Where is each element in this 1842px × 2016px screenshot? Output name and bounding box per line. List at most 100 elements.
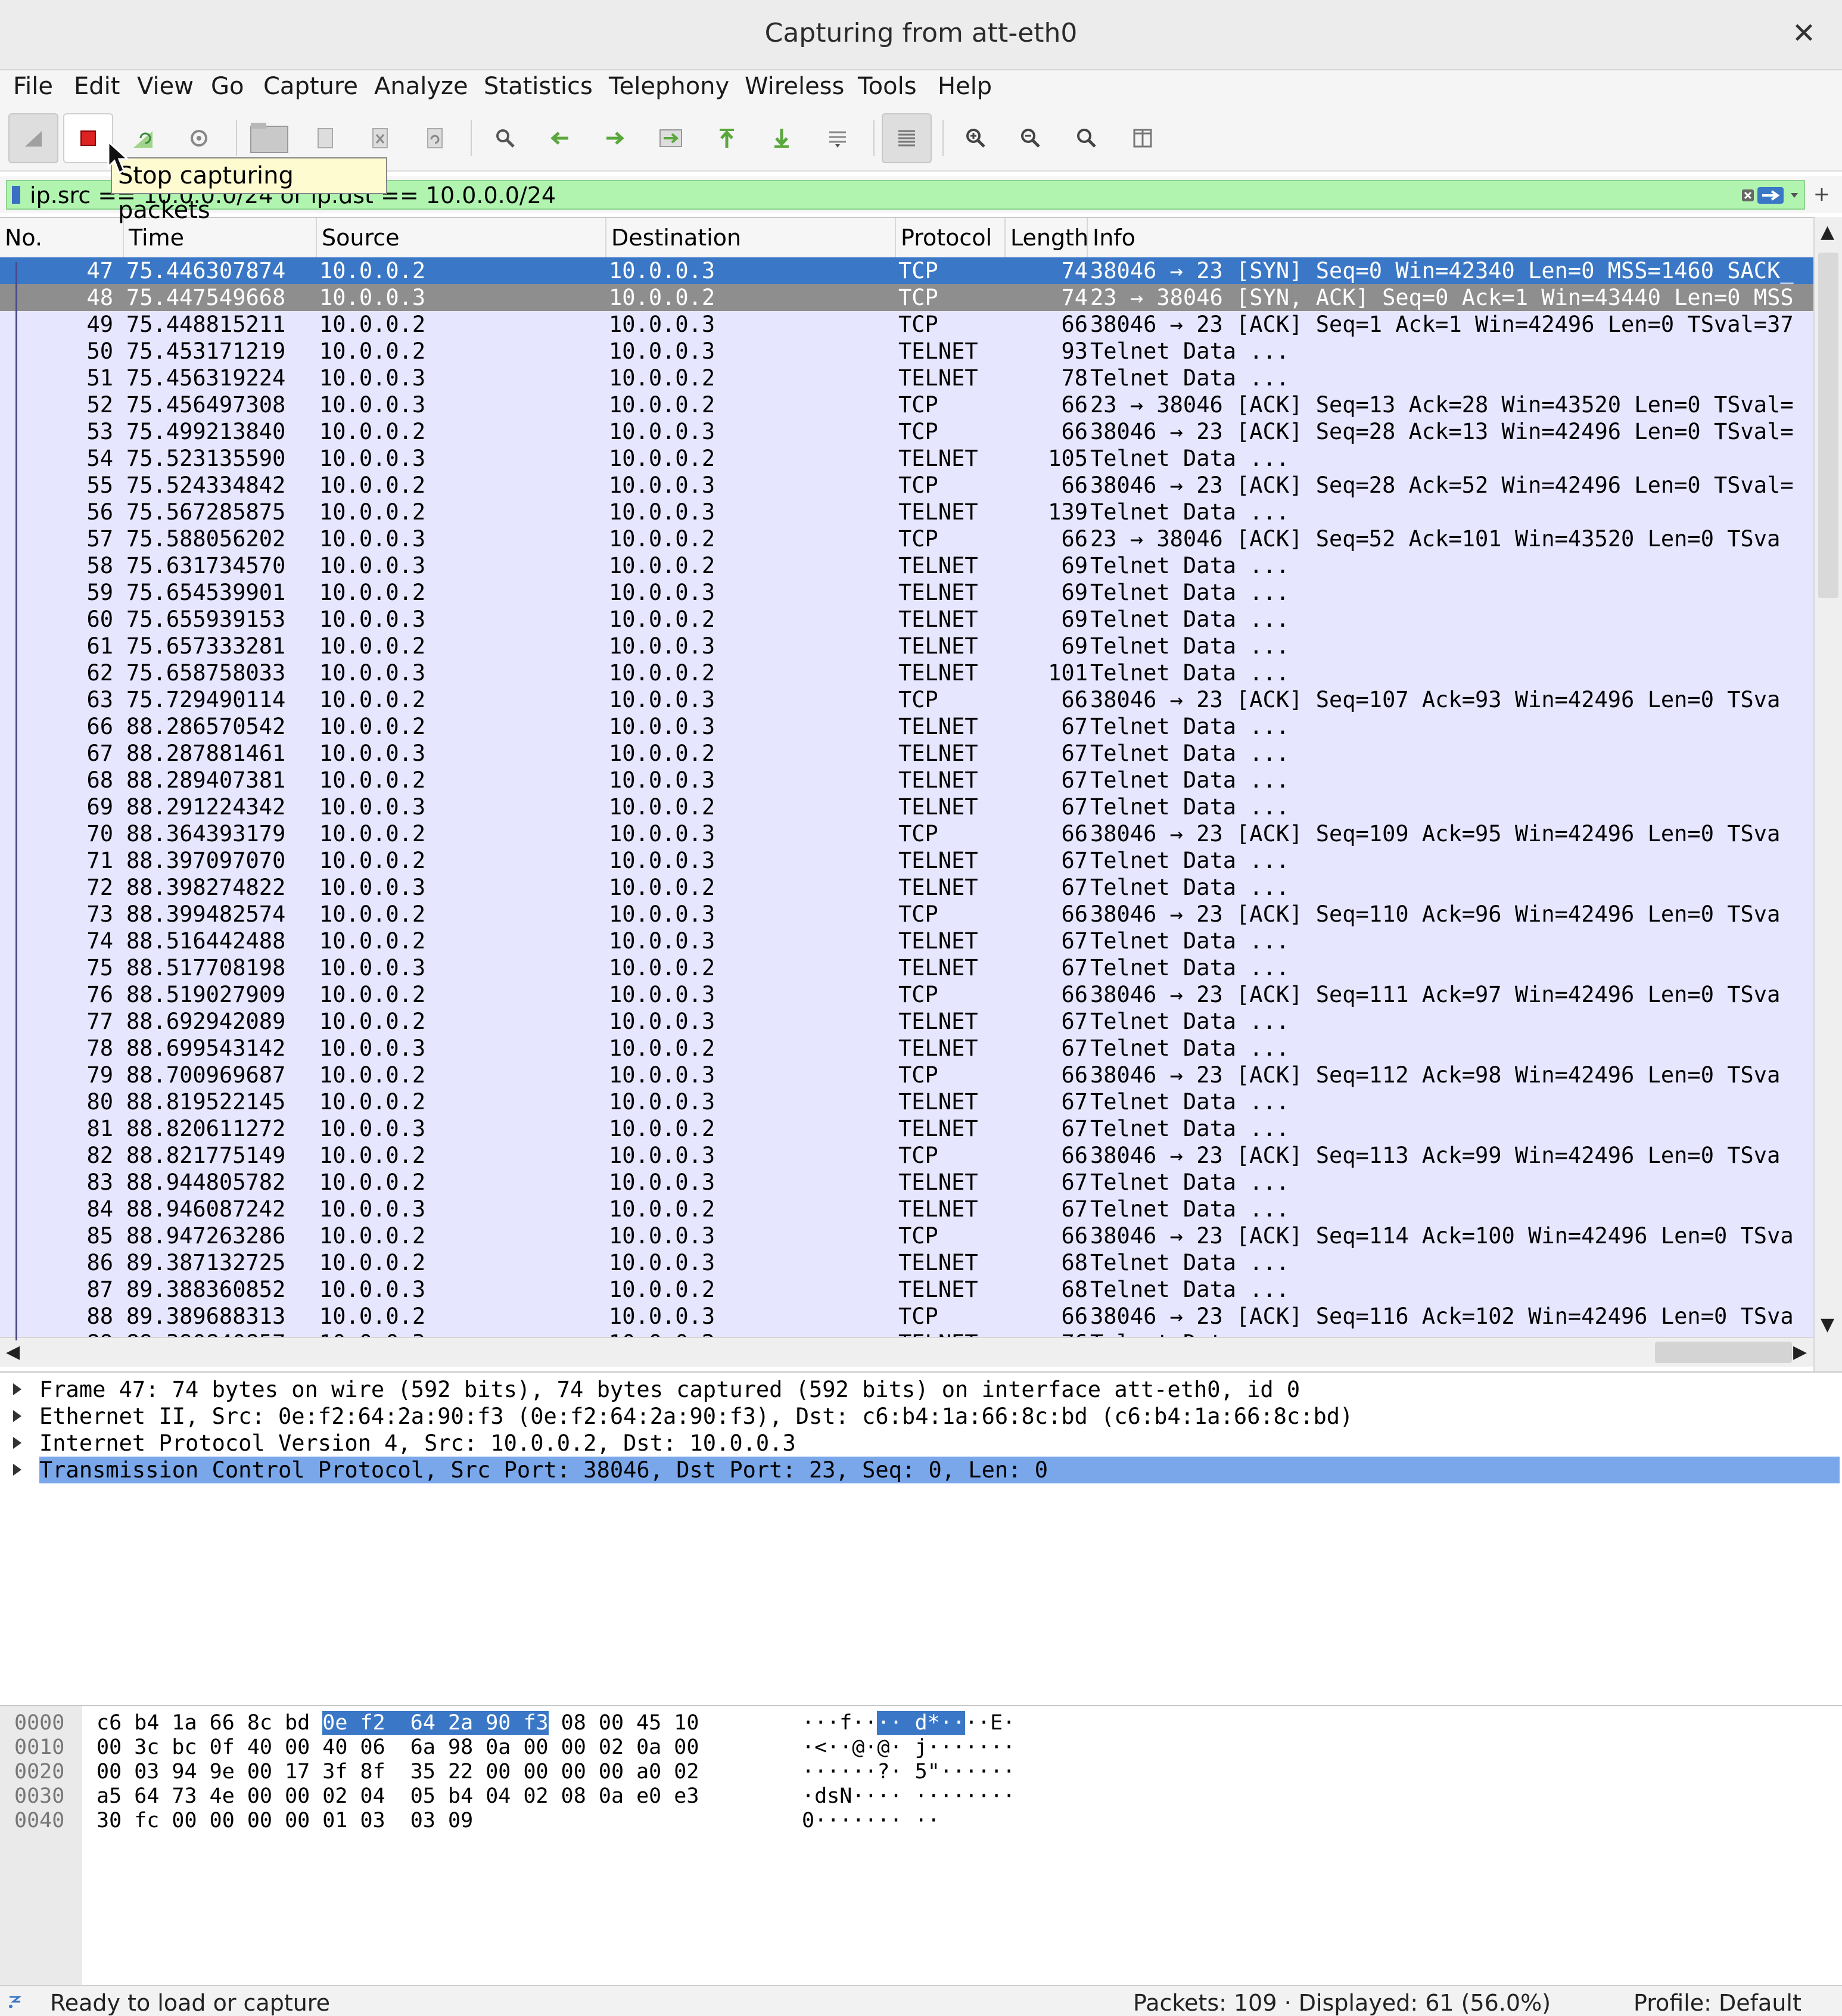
expand-arrow-icon[interactable] <box>13 1410 21 1422</box>
packet-row[interactable]: 59 75.654539901 10.0.0.2 10.0.0.3 TELNET 69 Te… <box>0 579 1813 606</box>
byte-line[interactable]: 0030 a5 64 73 4e 00 00 02 04 05 b4 04 02 … <box>0 1783 1842 1809</box>
filter-history-dropdown-icon[interactable] <box>1790 192 1799 199</box>
vertical-scroll-thumb[interactable] <box>1818 253 1838 598</box>
resize-columns-icon[interactable] <box>1118 113 1168 163</box>
column-header-protocol[interactable]: Protocol <box>896 218 1006 257</box>
column-header-source[interactable]: Source <box>317 218 606 257</box>
packet-row[interactable]: 78 88.699543142 10.0.0.3 10.0.0.2 TELNET 67 Te… <box>0 1035 1813 1062</box>
zoom-in-icon[interactable] <box>951 113 1001 163</box>
detail-ip[interactable]: Internet Protocol Version 4, Src: 10.0.0… <box>0 1430 1842 1457</box>
detail-frame[interactable]: Frame 47: 74 bytes on wire (592 bits), 7… <box>0 1376 1842 1403</box>
packet-row[interactable]: 51 75.456319224 10.0.0.3 10.0.0.2 TELNET 78 Te… <box>0 365 1813 391</box>
go-first-icon[interactable] <box>702 113 752 163</box>
column-header-destination[interactable]: Destination <box>606 218 896 257</box>
packet-row[interactable]: 48 75.447549668 10.0.0.3 10.0.0.2 TCP 74 23 → … <box>0 284 1813 311</box>
menu-tools[interactable]: Tools <box>858 73 917 100</box>
byte-line[interactable]: 0010 00 3c bc 0f 40 00 40 06 6a 98 0a 00 … <box>0 1734 1842 1760</box>
packet-row[interactable]: 56 75.567285875 10.0.0.2 10.0.0.3 TELNET 139 T… <box>0 499 1813 525</box>
zoom-out-icon[interactable] <box>1006 113 1056 163</box>
packet-row[interactable]: 67 88.287881461 10.0.0.3 10.0.0.2 TELNET 67 Te… <box>0 740 1813 767</box>
zoom-normal-icon[interactable] <box>1062 113 1112 163</box>
packet-row[interactable]: 62 75.658758033 10.0.0.3 10.0.0.2 TELNET 101 T… <box>0 659 1813 686</box>
clear-filter-icon[interactable] <box>1741 188 1755 203</box>
detail-tcp[interactable]: Transmission Control Protocol, Src Port:… <box>0 1457 1842 1483</box>
horizontal-scroll-thumb[interactable] <box>1655 1342 1792 1363</box>
packet-row[interactable]: 53 75.499213840 10.0.0.2 10.0.0.3 TCP 66 38046… <box>0 418 1813 445</box>
packet-row[interactable]: 87 89.388360852 10.0.0.3 10.0.0.2 TELNET 68 Te… <box>0 1276 1813 1303</box>
filter-bookmark-icon[interactable] <box>12 186 20 204</box>
column-header-info[interactable]: Info <box>1088 218 1813 257</box>
packet-row[interactable]: 55 75.524334842 10.0.0.2 10.0.0.3 TCP 66 38046… <box>0 472 1813 499</box>
byte-line[interactable]: 0000 c6 b4 1a 66 8c bd 0e f2 64 2a 90 f3 … <box>0 1710 1842 1736</box>
packet-row[interactable]: 60 75.655939153 10.0.0.3 10.0.0.2 TELNET 69 Te… <box>0 606 1813 633</box>
packet-row[interactable]: 47 75.446307874 10.0.0.2 10.0.0.3 TCP 74 38046… <box>0 257 1813 284</box>
expand-arrow-icon[interactable] <box>13 1383 21 1395</box>
menu-help[interactable]: Help <box>938 73 992 100</box>
go-last-icon[interactable] <box>757 113 807 163</box>
packet-row[interactable]: 49 75.448815211 10.0.0.2 10.0.0.3 TCP 66 38046… <box>0 311 1813 338</box>
packet-row[interactable]: 58 75.631734570 10.0.0.3 10.0.0.2 TELNET 69 Te… <box>0 552 1813 579</box>
reload-file-icon[interactable] <box>410 113 460 163</box>
packet-row[interactable]: 83 88.944805782 10.0.0.2 10.0.0.3 TELNET 67 Te… <box>0 1169 1813 1196</box>
packet-row[interactable]: 66 88.286570542 10.0.0.2 10.0.0.3 TELNET 67 Te… <box>0 713 1813 740</box>
column-header-length[interactable]: Length <box>1006 218 1088 257</box>
packet-row[interactable]: 75 88.517708198 10.0.0.3 10.0.0.2 TELNET 67 Te… <box>0 954 1813 981</box>
find-packet-icon[interactable] <box>480 113 530 163</box>
packet-row[interactable]: 88 89.389688313 10.0.0.2 10.0.0.3 TCP 66 38046… <box>0 1303 1813 1330</box>
packet-row[interactable]: 77 88.692942089 10.0.0.2 10.0.0.3 TELNET 67 Te… <box>0 1008 1813 1035</box>
detail-ethernet[interactable]: Ethernet II, Src: 0e:f2:64:2a:90:f3 (0e:… <box>0 1403 1842 1430</box>
menu-statistics[interactable]: Statistics <box>484 73 593 100</box>
scroll-down-icon[interactable]: ▼ <box>1821 1314 1834 1335</box>
save-file-icon[interactable] <box>300 113 350 163</box>
menu-wireless[interactable]: Wireless <box>745 73 844 100</box>
packet-row[interactable]: 82 88.821775149 10.0.0.2 10.0.0.3 TCP 66 38046… <box>0 1142 1813 1169</box>
packet-list-vertical-scrollbar[interactable]: ▲ ▼ <box>1813 217 1842 1371</box>
packet-list-horizontal-scrollbar[interactable]: ◀ ▶ <box>0 1337 1813 1367</box>
packet-row[interactable]: 81 88.820611272 10.0.0.3 10.0.0.2 TELNET 67 Te… <box>0 1115 1813 1142</box>
close-window-button[interactable]: ✕ <box>1787 17 1821 50</box>
packet-row[interactable]: 71 88.397097070 10.0.0.2 10.0.0.3 TELNET 67 Te… <box>0 847 1813 874</box>
scroll-left-icon[interactable]: ◀ <box>6 1342 20 1362</box>
apply-filter-icon[interactable] <box>1757 187 1784 204</box>
go-forward-icon[interactable] <box>590 113 640 163</box>
menu-view[interactable]: View <box>137 73 194 100</box>
packet-row[interactable]: 84 88.946087242 10.0.0.3 10.0.0.2 TELNET 67 Te… <box>0 1196 1813 1222</box>
packet-row[interactable]: 86 89.387132725 10.0.0.2 10.0.0.3 TELNET 68 Te… <box>0 1249 1813 1276</box>
packet-row[interactable]: 76 88.519027909 10.0.0.2 10.0.0.3 TCP 66 38046… <box>0 981 1813 1008</box>
colorize-icon[interactable] <box>882 113 932 163</box>
packet-row[interactable]: 50 75.453171219 10.0.0.2 10.0.0.3 TELNET 93 Te… <box>0 338 1813 365</box>
profile-status[interactable]: Profile: Default <box>1633 1990 1801 2016</box>
expand-arrow-icon[interactable] <box>13 1437 21 1449</box>
menu-capture[interactable]: Capture <box>263 73 358 100</box>
packet-row[interactable]: 57 75.588056202 10.0.0.3 10.0.0.2 TCP 66 23 → … <box>0 525 1813 552</box>
packet-row[interactable]: 70 88.364393179 10.0.0.2 10.0.0.3 TCP 66 38046… <box>0 820 1813 847</box>
packet-row[interactable]: 80 88.819522145 10.0.0.2 10.0.0.3 TELNET 67 Te… <box>0 1088 1813 1115</box>
packet-row[interactable]: 69 88.291224342 10.0.0.3 10.0.0.2 TELNET 67 Te… <box>0 794 1813 820</box>
menu-analyze[interactable]: Analyze <box>374 73 468 100</box>
packet-row[interactable]: 73 88.399482574 10.0.0.2 10.0.0.3 TCP 66 38046… <box>0 901 1813 928</box>
add-filter-button-icon[interactable]: + <box>1805 180 1838 210</box>
autoscroll-icon[interactable] <box>813 113 863 163</box>
packet-row[interactable]: 74 88.516442488 10.0.0.2 10.0.0.3 TELNET 67 Te… <box>0 928 1813 954</box>
packet-row[interactable]: 61 75.657333281 10.0.0.2 10.0.0.3 TELNET 69 Te… <box>0 633 1813 659</box>
capture-options-icon[interactable] <box>174 113 224 163</box>
packet-row[interactable]: 72 88.398274822 10.0.0.3 10.0.0.2 TELNET 67 Te… <box>0 874 1813 901</box>
menu-edit[interactable]: Edit <box>74 73 120 100</box>
packet-row[interactable]: 68 88.289407381 10.0.0.2 10.0.0.3 TELNET 67 Te… <box>0 767 1813 794</box>
scroll-up-icon[interactable]: ▲ <box>1821 222 1834 242</box>
go-to-packet-icon[interactable] <box>646 113 696 163</box>
column-header-no[interactable]: No. <box>0 218 124 257</box>
packet-row[interactable]: 85 88.947263286 10.0.0.2 10.0.0.3 TCP 66 38046… <box>0 1222 1813 1249</box>
shark-fin-start-icon[interactable] <box>8 113 58 163</box>
close-file-icon[interactable] <box>355 113 405 163</box>
go-back-icon[interactable] <box>535 113 585 163</box>
packet-row[interactable]: 63 75.729490114 10.0.0.2 10.0.0.3 TCP 66 38046… <box>0 686 1813 713</box>
byte-line[interactable]: 0020 00 03 94 9e 00 17 3f 8f 35 22 00 00 … <box>0 1759 1842 1785</box>
packet-row[interactable]: 52 75.456497308 10.0.0.3 10.0.0.2 TCP 66 23 → … <box>0 391 1813 418</box>
menu-file[interactable]: File <box>13 73 53 100</box>
scroll-right-icon[interactable]: ▶ <box>1793 1342 1807 1362</box>
byte-line[interactable]: 0040 30 fc 00 00 00 00 01 03 03 09 0······… <box>0 1807 1842 1834</box>
menu-go[interactable]: Go <box>211 73 244 100</box>
expert-info-icon[interactable] <box>7 1993 24 2010</box>
open-file-icon[interactable] <box>244 113 294 163</box>
